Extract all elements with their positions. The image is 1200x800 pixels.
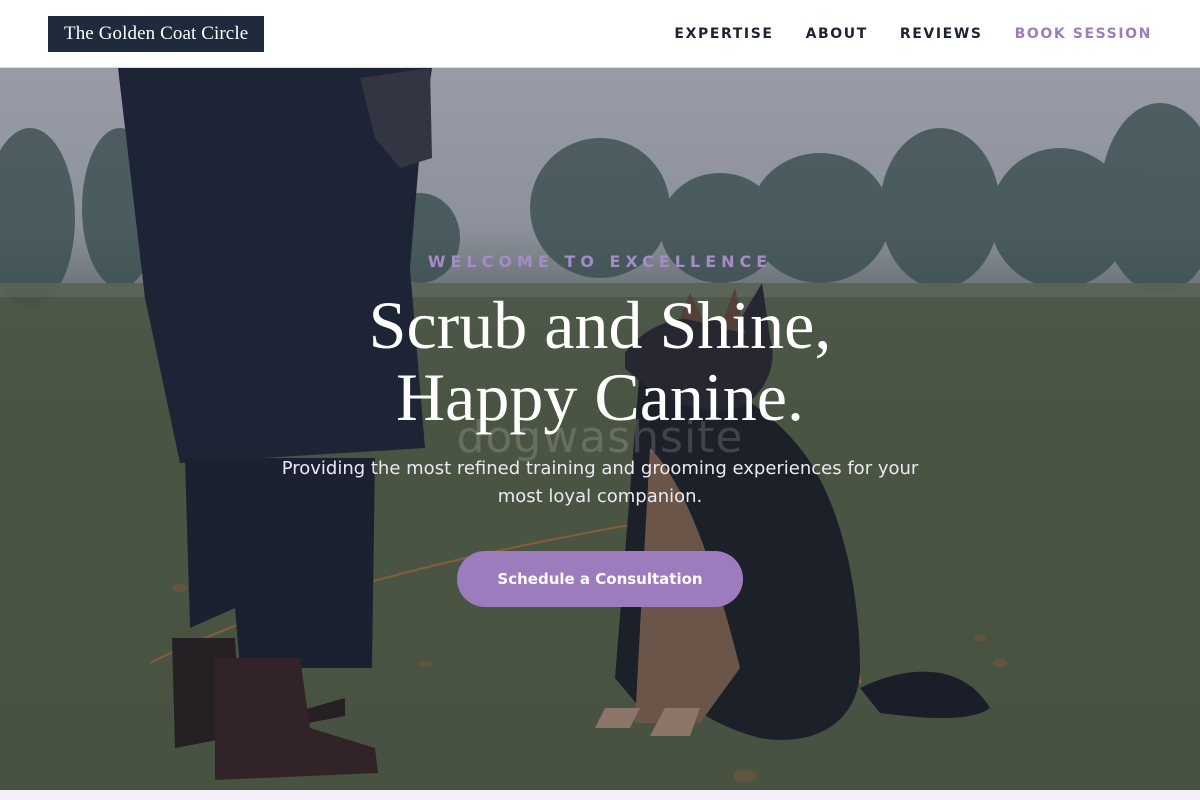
main-nav: EXPERTISE ABOUT REVIEWS BOOK SESSION xyxy=(674,26,1152,42)
nav-link-expertise[interactable]: EXPERTISE xyxy=(674,26,773,42)
nav-link-reviews[interactable]: REVIEWS xyxy=(900,26,983,42)
hero-headline: Scrub and Shine, Happy Canine. xyxy=(369,289,832,433)
hero-headline-line-1: Scrub and Shine, xyxy=(368,287,832,363)
hero-eyebrow: WELCOME TO EXCELLENCE xyxy=(427,252,773,271)
next-section-edge xyxy=(0,790,1200,800)
nav-link-about[interactable]: ABOUT xyxy=(806,26,868,42)
nav-link-book-session[interactable]: BOOK SESSION xyxy=(1015,26,1152,42)
hero-subtitle: Providing the most refined training and … xyxy=(281,458,919,507)
schedule-consultation-button[interactable]: Schedule a Consultation xyxy=(457,551,743,607)
site-logo[interactable]: The Golden Coat Circle xyxy=(48,15,265,52)
site-header: The Golden Coat Circle EXPERTISE ABOUT R… xyxy=(0,0,1200,68)
hero-headline-line-2: Happy Canine. xyxy=(396,359,804,435)
hero-content: WELCOME TO EXCELLENCE Scrub and Shine, H… xyxy=(0,68,1200,790)
hero-section: dogwashsite WELCOME TO EXCELLENCE Scrub … xyxy=(0,68,1200,790)
